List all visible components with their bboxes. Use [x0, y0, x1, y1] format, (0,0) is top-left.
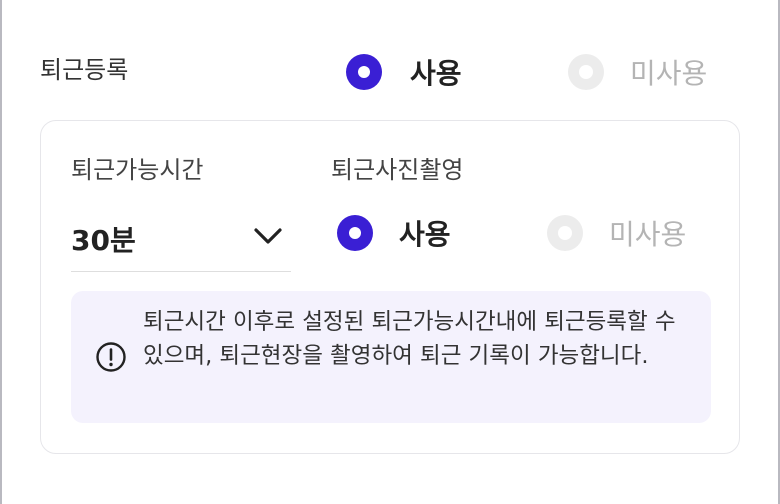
notice-box: 퇴근시간 이후로 설정된 퇴근가능시간내에 퇴근등록할 수 있으며, 퇴근현장을…	[71, 291, 711, 423]
checkout-settings-card: 퇴근가능시간 30분 퇴근사진촬영 사용 미사용 퇴근시간 이후로 설정된 퇴근…	[40, 120, 740, 454]
chevron-down-icon	[254, 228, 282, 244]
photo-capture-unused-radio[interactable]: 미사용	[547, 213, 686, 253]
available-time-select[interactable]: 30분	[71, 209, 291, 272]
checkout-registration-label: 퇴근등록	[40, 56, 129, 84]
exclamation-circle-icon	[96, 342, 126, 372]
radio-label: 사용	[410, 57, 462, 90]
checkout-registration-unused-radio[interactable]: 미사용	[568, 52, 707, 92]
notice-text: 퇴근시간 이후로 설정된 퇴근가능시간내에 퇴근등록할 수 있으며, 퇴근현장을…	[143, 309, 676, 369]
radio-label: 미사용	[609, 218, 687, 251]
radio-unselected-icon	[568, 54, 604, 90]
photo-capture-label: 퇴근사진촬영	[331, 156, 464, 184]
radio-unselected-icon	[547, 215, 583, 251]
radio-label: 사용	[399, 218, 451, 251]
photo-capture-use-radio[interactable]: 사용	[337, 213, 451, 253]
radio-selected-icon	[337, 215, 373, 251]
checkout-registration-use-radio[interactable]: 사용	[346, 52, 462, 92]
radio-label: 미사용	[630, 57, 708, 90]
available-time-label: 퇴근가능시간	[71, 156, 204, 184]
window-left-edge	[0, 0, 2, 504]
available-time-value: 30분	[71, 224, 136, 257]
radio-selected-icon	[346, 54, 382, 90]
